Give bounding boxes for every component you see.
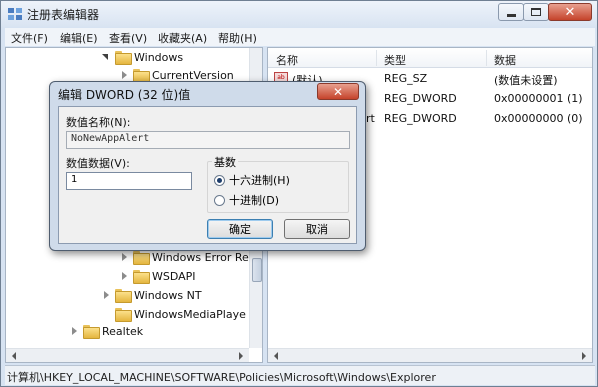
dialog-title: 编辑 DWORD (32 位)值 [58,88,191,102]
value-data-label: 数值数据(V): [66,157,130,170]
close-icon: ✕ [564,4,576,20]
list-header: 名称 类型 数据 [268,48,592,68]
value-data: 0x00000001 (1) [494,92,583,105]
value-data: (数值未设置) [494,74,558,87]
radio-label: 十进制(D) [229,194,280,207]
maximize-button[interactable] [523,3,549,21]
scroll-right-arrow-icon[interactable] [239,352,247,360]
folder-icon [115,51,132,65]
value-type: REG_DWORD [384,112,457,125]
dialog-body: 数值名称(N): NoNewAppAlert 数值数据(V): 1 基数 十六进… [58,106,357,244]
value-data-input[interactable]: 1 [66,172,192,190]
menu-edit[interactable]: 编辑(E) [60,30,98,46]
folder-icon [115,289,132,303]
value-data: 0x00000000 (0) [494,112,583,125]
tree-collapsed-icon[interactable] [70,327,78,335]
tree-node-label: CurrentVersion [152,68,234,82]
tree-node-realtek[interactable]: Realtek [70,322,143,340]
minimize-button[interactable] [498,3,524,21]
status-bar: 计算机\HKEY_LOCAL_MACHINE\SOFTWARE\Policies… [5,365,595,385]
dialog-close-button[interactable]: ✕ [317,83,359,100]
tree-node-windows-nt[interactable]: Windows NT [102,286,202,304]
folder-icon [133,251,150,265]
cancel-button[interactable]: 取消 [284,219,350,239]
menu-help[interactable]: 帮助(H) [218,30,257,46]
tree-collapsed-icon[interactable] [120,71,128,79]
scroll-left-arrow-icon[interactable] [270,352,278,360]
scroll-right-arrow-icon[interactable] [582,352,590,360]
radio-selected-icon[interactable] [214,174,225,186]
value-type: REG_SZ [384,72,428,85]
value-name-field: NoNewAppAlert [66,131,350,149]
scroll-left-arrow-icon[interactable] [8,352,16,360]
tree-node-windows[interactable]: Windows [102,48,183,66]
radio-label: 十六进制(H) [229,174,290,187]
folder-icon [115,308,132,322]
folder-icon [83,325,100,339]
base-group-title: 基数 [212,154,238,170]
radio-unselected-icon[interactable] [214,194,225,206]
edit-dword-dialog: 编辑 DWORD (32 位)值 ✕ 数值名称(N): NoNewAppAler… [49,81,366,251]
folder-icon [133,270,150,284]
scroll-thumb[interactable] [252,258,262,282]
tree-node-label: WSDAPI [152,269,196,283]
value-name-label: 数值名称(N): [66,116,131,129]
minimize-icon [506,13,516,17]
folder-icon [133,69,150,83]
tree-node-label: WindowsMediaPlaye [134,307,246,321]
column-type-header[interactable]: 类型 [384,52,406,68]
column-divider[interactable] [486,50,487,66]
tree-node-windowsmediaplayer[interactable]: WindowsMediaPlaye [115,305,246,323]
tree-node-label: Windows NT [134,288,202,302]
tree-collapsed-icon[interactable] [120,272,128,280]
tree-collapsed-icon[interactable] [120,253,128,261]
ok-button[interactable]: 确定 [207,219,273,239]
registry-editor-icon [8,8,22,20]
column-name-header[interactable]: 名称 [276,52,298,68]
tree-expanded-icon[interactable] [102,53,110,61]
title-bar: 注册表编辑器 ✕ [1,1,597,27]
radio-decimal[interactable]: 十进制(D) [214,192,279,208]
menu-bar: 文件(F) 编辑(E) 查看(V) 收藏夹(A) 帮助(H) [5,28,595,46]
tree-node-label: Windows [134,50,184,64]
tree-collapsed-icon[interactable] [102,291,110,299]
menu-file[interactable]: 文件(F) [11,30,48,46]
base-group: 基数 十六进制(H) 十进制(D) [207,154,349,213]
value-name: rt [366,112,375,125]
list-horizontal-scrollbar[interactable] [268,348,592,362]
tree-horizontal-scrollbar[interactable] [6,348,249,362]
radio-hexadecimal[interactable]: 十六进制(H) [214,172,290,188]
tree-node-label: Windows Error Re [152,250,249,264]
menu-view[interactable]: 查看(V) [109,30,147,46]
menu-favorites[interactable]: 收藏夹(A) [158,30,207,46]
column-data-header[interactable]: 数据 [494,52,516,68]
window-title: 注册表编辑器 [27,8,100,22]
status-path: 计算机\HKEY_LOCAL_MACHINE\SOFTWARE\Policies… [7,371,436,384]
close-button[interactable]: ✕ [548,3,592,21]
maximize-icon [531,8,541,16]
value-type: REG_DWORD [384,92,457,105]
close-icon: ✕ [332,84,344,99]
column-divider[interactable] [376,50,377,66]
tree-node-label: Realtek [102,324,144,338]
tree-node-wsdapi[interactable]: WSDAPI [120,267,196,285]
